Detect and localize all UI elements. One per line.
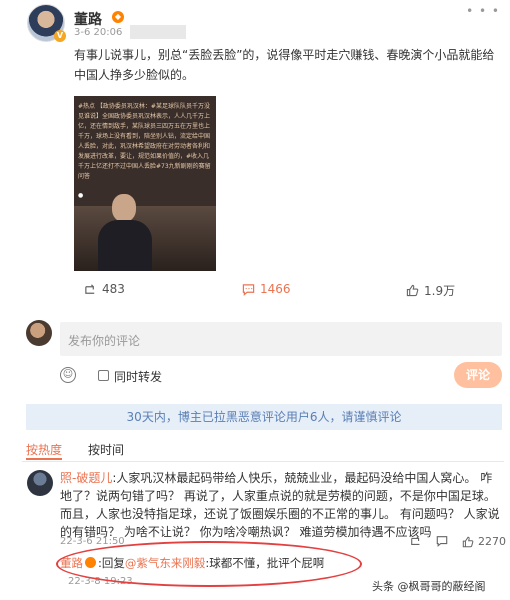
divider <box>22 461 504 462</box>
repost-button[interactable]: 483 <box>84 282 125 296</box>
repost-checkbox[interactable] <box>98 370 109 381</box>
commenter-avatar[interactable] <box>27 470 53 496</box>
comment-icon <box>242 283 255 296</box>
comment-item: 照-破题儿:人家巩汉林最起码带给人快乐，兢兢业业，最起码没给中国人窝心。 咋地了… <box>60 469 502 541</box>
like-count: 1.9万 <box>424 284 456 298</box>
verified-badge-icon: V <box>54 30 66 42</box>
comment-like-icon <box>462 536 474 547</box>
comment-count: 1466 <box>260 282 291 296</box>
sort-by-hot-tab[interactable]: 按热度 <box>26 441 62 458</box>
post-time: 3-6 20:06 <box>74 27 123 38</box>
comment-input[interactable]: 发布你的评论 <box>60 322 502 356</box>
blurred-source <box>130 25 186 39</box>
comment-reply-icon[interactable] <box>436 535 448 547</box>
author-name[interactable]: 董路 <box>74 9 102 29</box>
active-tab-indicator <box>26 458 62 460</box>
my-avatar <box>26 320 52 346</box>
image-person-body <box>98 220 152 271</box>
post-text: 有事儿说事儿，别总“丢脸丢脸”的，说得像平时走穴赚钱、春晚演个小品就能给中国人挣… <box>74 48 495 82</box>
like-button[interactable]: 1.9万 <box>406 282 455 299</box>
comment-text: :人家巩汉林最起码带给人快乐，兢兢业业，最起码没给中国人窝心。 咋地了？说两句错… <box>60 471 500 539</box>
commenter-name[interactable]: 照-破题儿 <box>60 471 112 485</box>
more-options-icon[interactable]: • • • <box>466 4 500 18</box>
emoji-icon[interactable]: ☺ <box>60 367 76 383</box>
comment-button[interactable]: 1466 <box>242 282 291 296</box>
repost-count: 483 <box>102 282 125 296</box>
watermark-text: @枫哥哥的蔽经阁 <box>397 580 486 593</box>
like-icon <box>406 284 419 297</box>
repost-icon <box>85 283 95 294</box>
watermark: 头条 @枫哥哥的蔽经阁 <box>372 578 486 594</box>
comment-like-button[interactable]: 2270 <box>462 535 506 548</box>
post-action-bar: 483 1466 1.9万 <box>0 282 510 298</box>
image-caption: #热点 【政协委员巩汉林：#某足球队队员千万没见谁说】全国政协委员巩汉林表示，人… <box>78 103 211 180</box>
weibo-post-page: • • • V 董路 ◆ 3-6 20:06 有事儿说事儿，别总“丢脸丢脸”的，… <box>0 0 510 600</box>
user-level-icon: ◆ <box>112 11 124 23</box>
tv-logo-icon: ● <box>78 192 84 199</box>
repost-checkbox-label: 同时转发 <box>114 370 163 384</box>
sort-by-time-tab[interactable]: 按时间 <box>88 441 124 458</box>
watermark-prefix: 头条 <box>372 580 394 593</box>
comment-like-count: 2270 <box>478 535 506 548</box>
post-image[interactable]: #热点 【政协委员巩汉林：#某足球队队员千万没见谁说】全国政协委员巩汉林表示，人… <box>74 96 216 271</box>
highlight-annotation <box>56 541 362 587</box>
image-person-head <box>112 194 136 222</box>
notice-banner: 30天内，博主已拉黑恶意评论用户6人，请谨慎评论 <box>26 404 502 430</box>
submit-comment-button[interactable]: 评论 <box>454 362 502 388</box>
comment-repost-icon[interactable] <box>410 535 422 547</box>
